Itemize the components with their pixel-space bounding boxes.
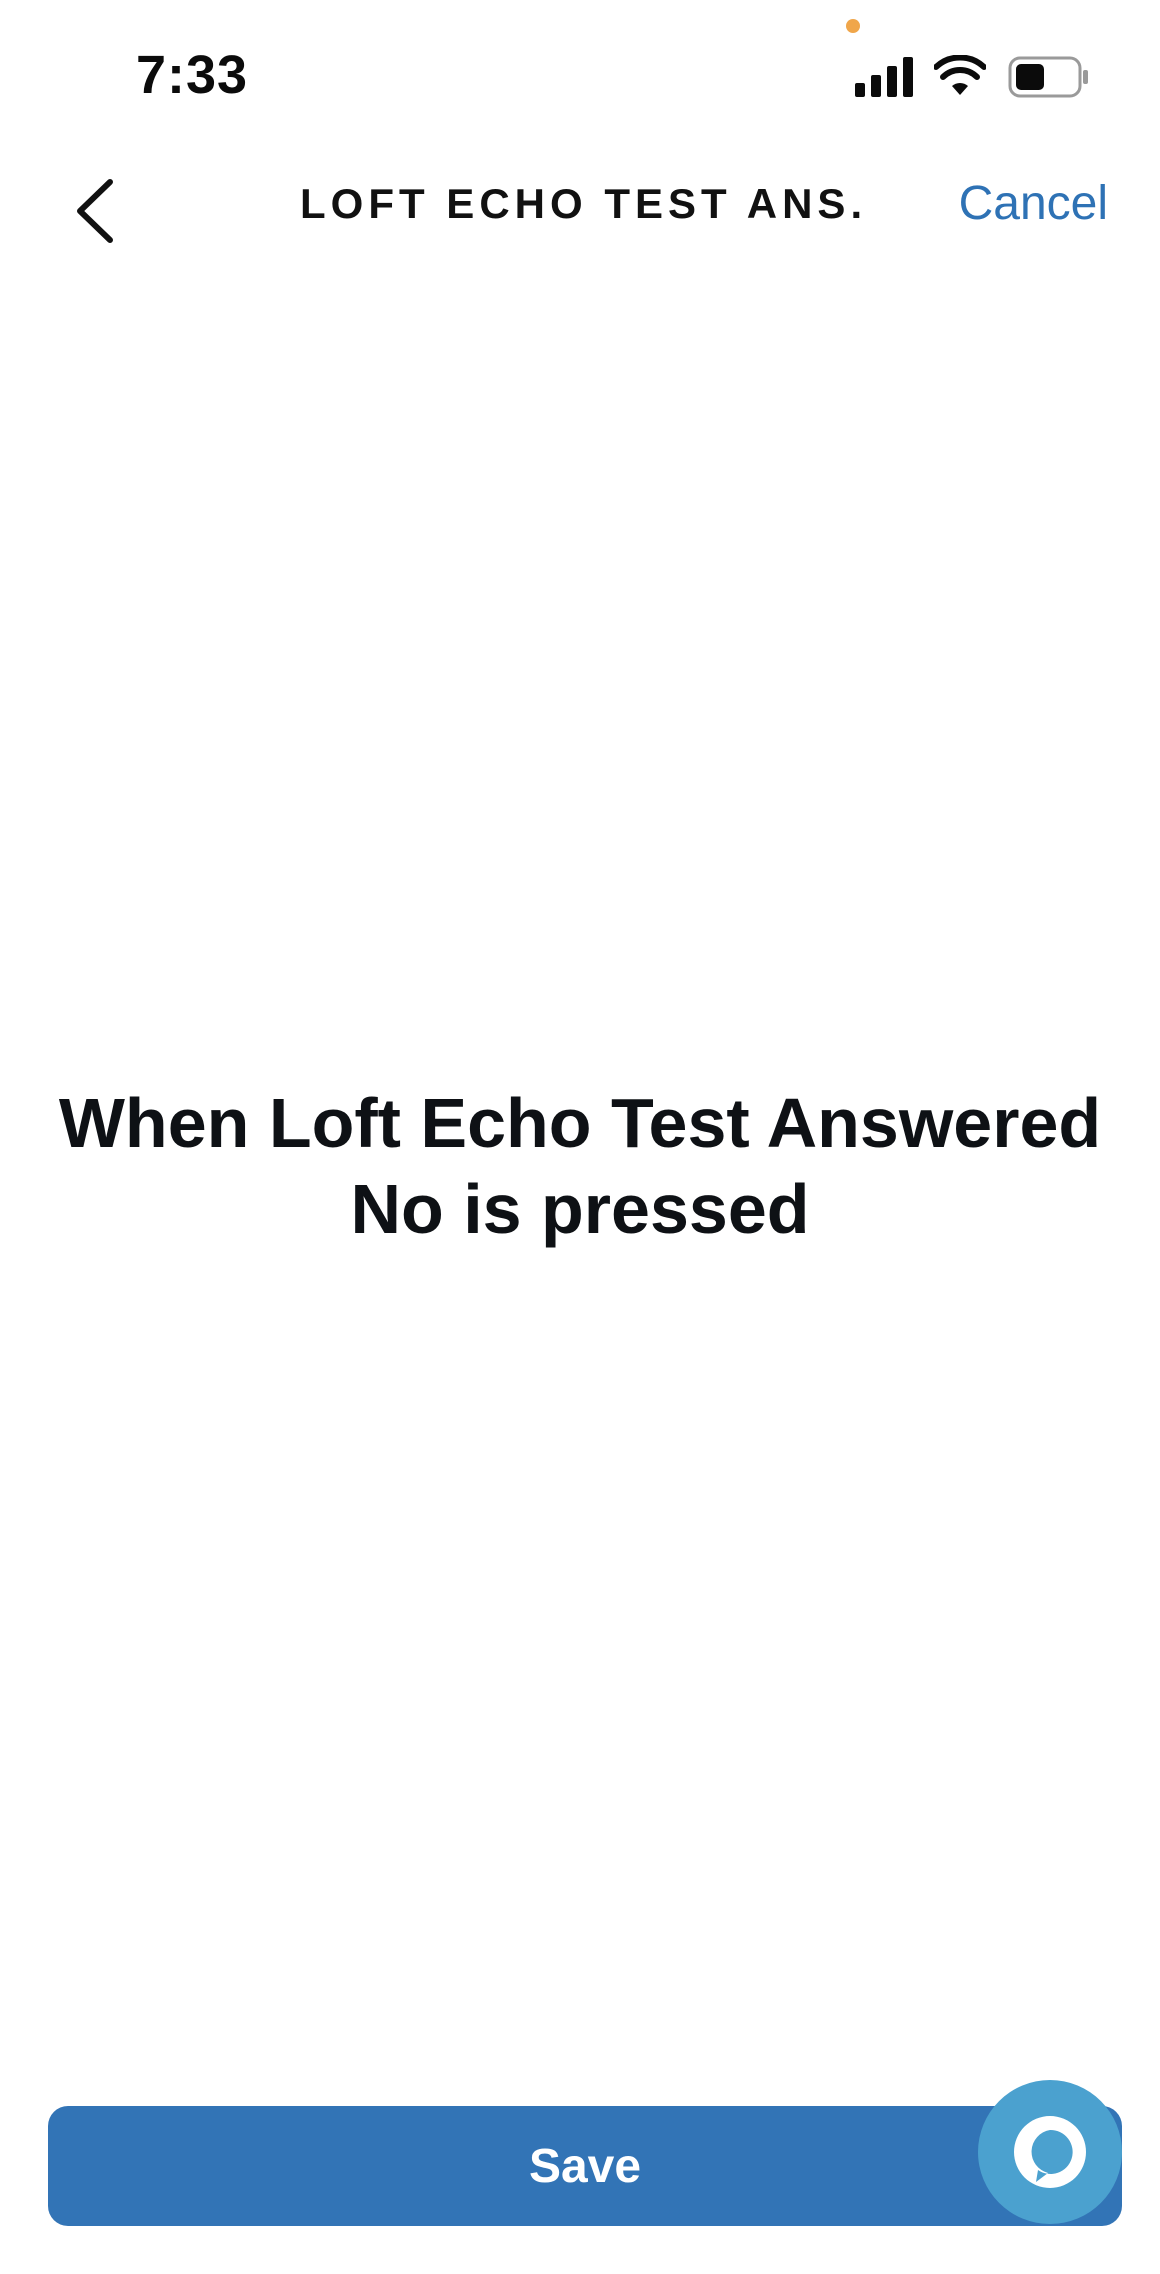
battery-icon <box>1008 56 1088 98</box>
status-bar: 7:33 <box>0 0 1160 140</box>
save-button-label: Save <box>528 2139 642 2193</box>
trigger-message-line1: When Loft Echo Test Answered <box>58 1084 1102 1162</box>
nav-bar: LOFT ECHO TEST ANS... Cancel <box>0 140 1160 280</box>
save-button[interactable]: Save <box>48 2106 1122 2226</box>
alexa-button[interactable] <box>978 2080 1122 2224</box>
signal-icon <box>855 57 913 97</box>
chevron-left-icon <box>77 179 113 243</box>
back-button[interactable] <box>56 166 132 256</box>
trigger-message: When Loft Echo Test Answered No is press… <box>40 1080 1120 1252</box>
privacy-indicator-dot <box>846 19 860 33</box>
cancel-button[interactable]: Cancel <box>959 176 1108 231</box>
trigger-message-line2: No is pressed <box>350 1170 810 1248</box>
page-title: LOFT ECHO TEST ANS... <box>300 180 860 227</box>
status-time: 7:33 <box>136 45 249 105</box>
alexa-icon <box>1014 2116 1086 2188</box>
wifi-icon <box>934 55 986 95</box>
